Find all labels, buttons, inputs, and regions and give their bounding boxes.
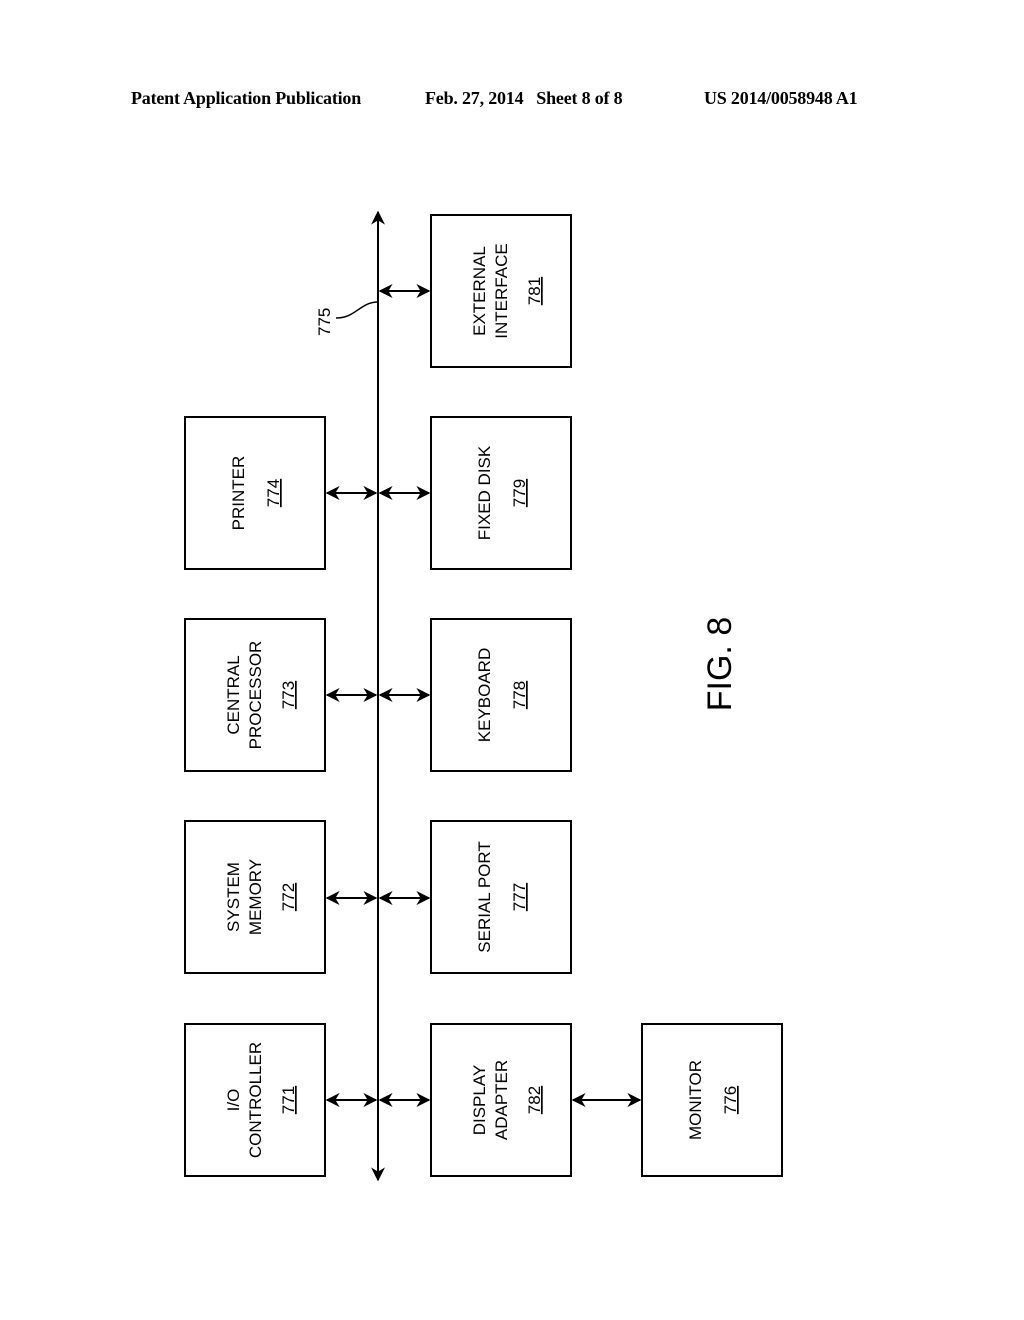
fixed-disk-label: FIXED DISK xyxy=(475,445,494,540)
monitor-ref: 776 xyxy=(721,1086,740,1114)
system-memory-label-line2: MEMORY xyxy=(246,859,265,935)
serial-port-block: SERIAL PORT 777 xyxy=(430,820,572,974)
io-controller-label-line1: I/O xyxy=(224,1089,243,1112)
keyboard-ref: 778 xyxy=(510,681,529,709)
printer-ref: 774 xyxy=(264,479,283,507)
monitor-label: MONITOR xyxy=(686,1060,705,1140)
display-adapter-label-line2: ADAPTER xyxy=(492,1060,511,1140)
serial-port-label: SERIAL PORT xyxy=(475,841,494,952)
central-processor-block: CENTRAL PROCESSOR 773 xyxy=(184,618,326,772)
io-controller-label-line2: CONTROLLER xyxy=(246,1042,265,1158)
display-adapter-label-line1: DISPLAY xyxy=(470,1065,489,1136)
printer-block: PRINTER 774 xyxy=(184,416,326,570)
serial-port-ref: 777 xyxy=(510,883,529,911)
central-processor-ref: 773 xyxy=(279,681,298,709)
keyboard-label: KEYBOARD xyxy=(475,648,494,742)
system-memory-ref: 772 xyxy=(279,883,298,911)
central-processor-label-line2: PROCESSOR xyxy=(246,641,265,750)
figure-label: FIG. 8 xyxy=(701,617,739,711)
external-interface-ref: 781 xyxy=(525,277,544,305)
display-adapter-ref: 782 xyxy=(525,1086,544,1114)
central-processor-label-line1: CENTRAL xyxy=(224,655,243,734)
system-memory-block: SYSTEM MEMORY 772 xyxy=(184,820,326,974)
io-controller-ref: 771 xyxy=(279,1086,298,1114)
printer-label: PRINTER xyxy=(229,456,248,531)
io-controller-block: I/O CONTROLLER 771 xyxy=(184,1023,326,1177)
bus-ref-label: 775 xyxy=(315,308,334,336)
block-diagram: 775 PRINTER 774 CENTRAL PROCESSOR 773 SY… xyxy=(184,210,783,1182)
external-interface-block: EXTERNAL INTERFACE 781 xyxy=(430,214,572,368)
keyboard-block: KEYBOARD 778 xyxy=(430,618,572,772)
system-memory-label-line1: SYSTEM xyxy=(224,862,243,932)
bus-ref-leader xyxy=(335,301,379,319)
fixed-disk-block: FIXED DISK 779 xyxy=(430,416,572,570)
display-adapter-block: DISPLAY ADAPTER 782 xyxy=(430,1023,572,1177)
external-interface-label-line1: EXTERNAL xyxy=(470,246,489,336)
external-interface-label-line2: INTERFACE xyxy=(492,243,511,338)
fixed-disk-ref: 779 xyxy=(510,479,529,507)
monitor-block: MONITOR 776 xyxy=(641,1023,783,1177)
